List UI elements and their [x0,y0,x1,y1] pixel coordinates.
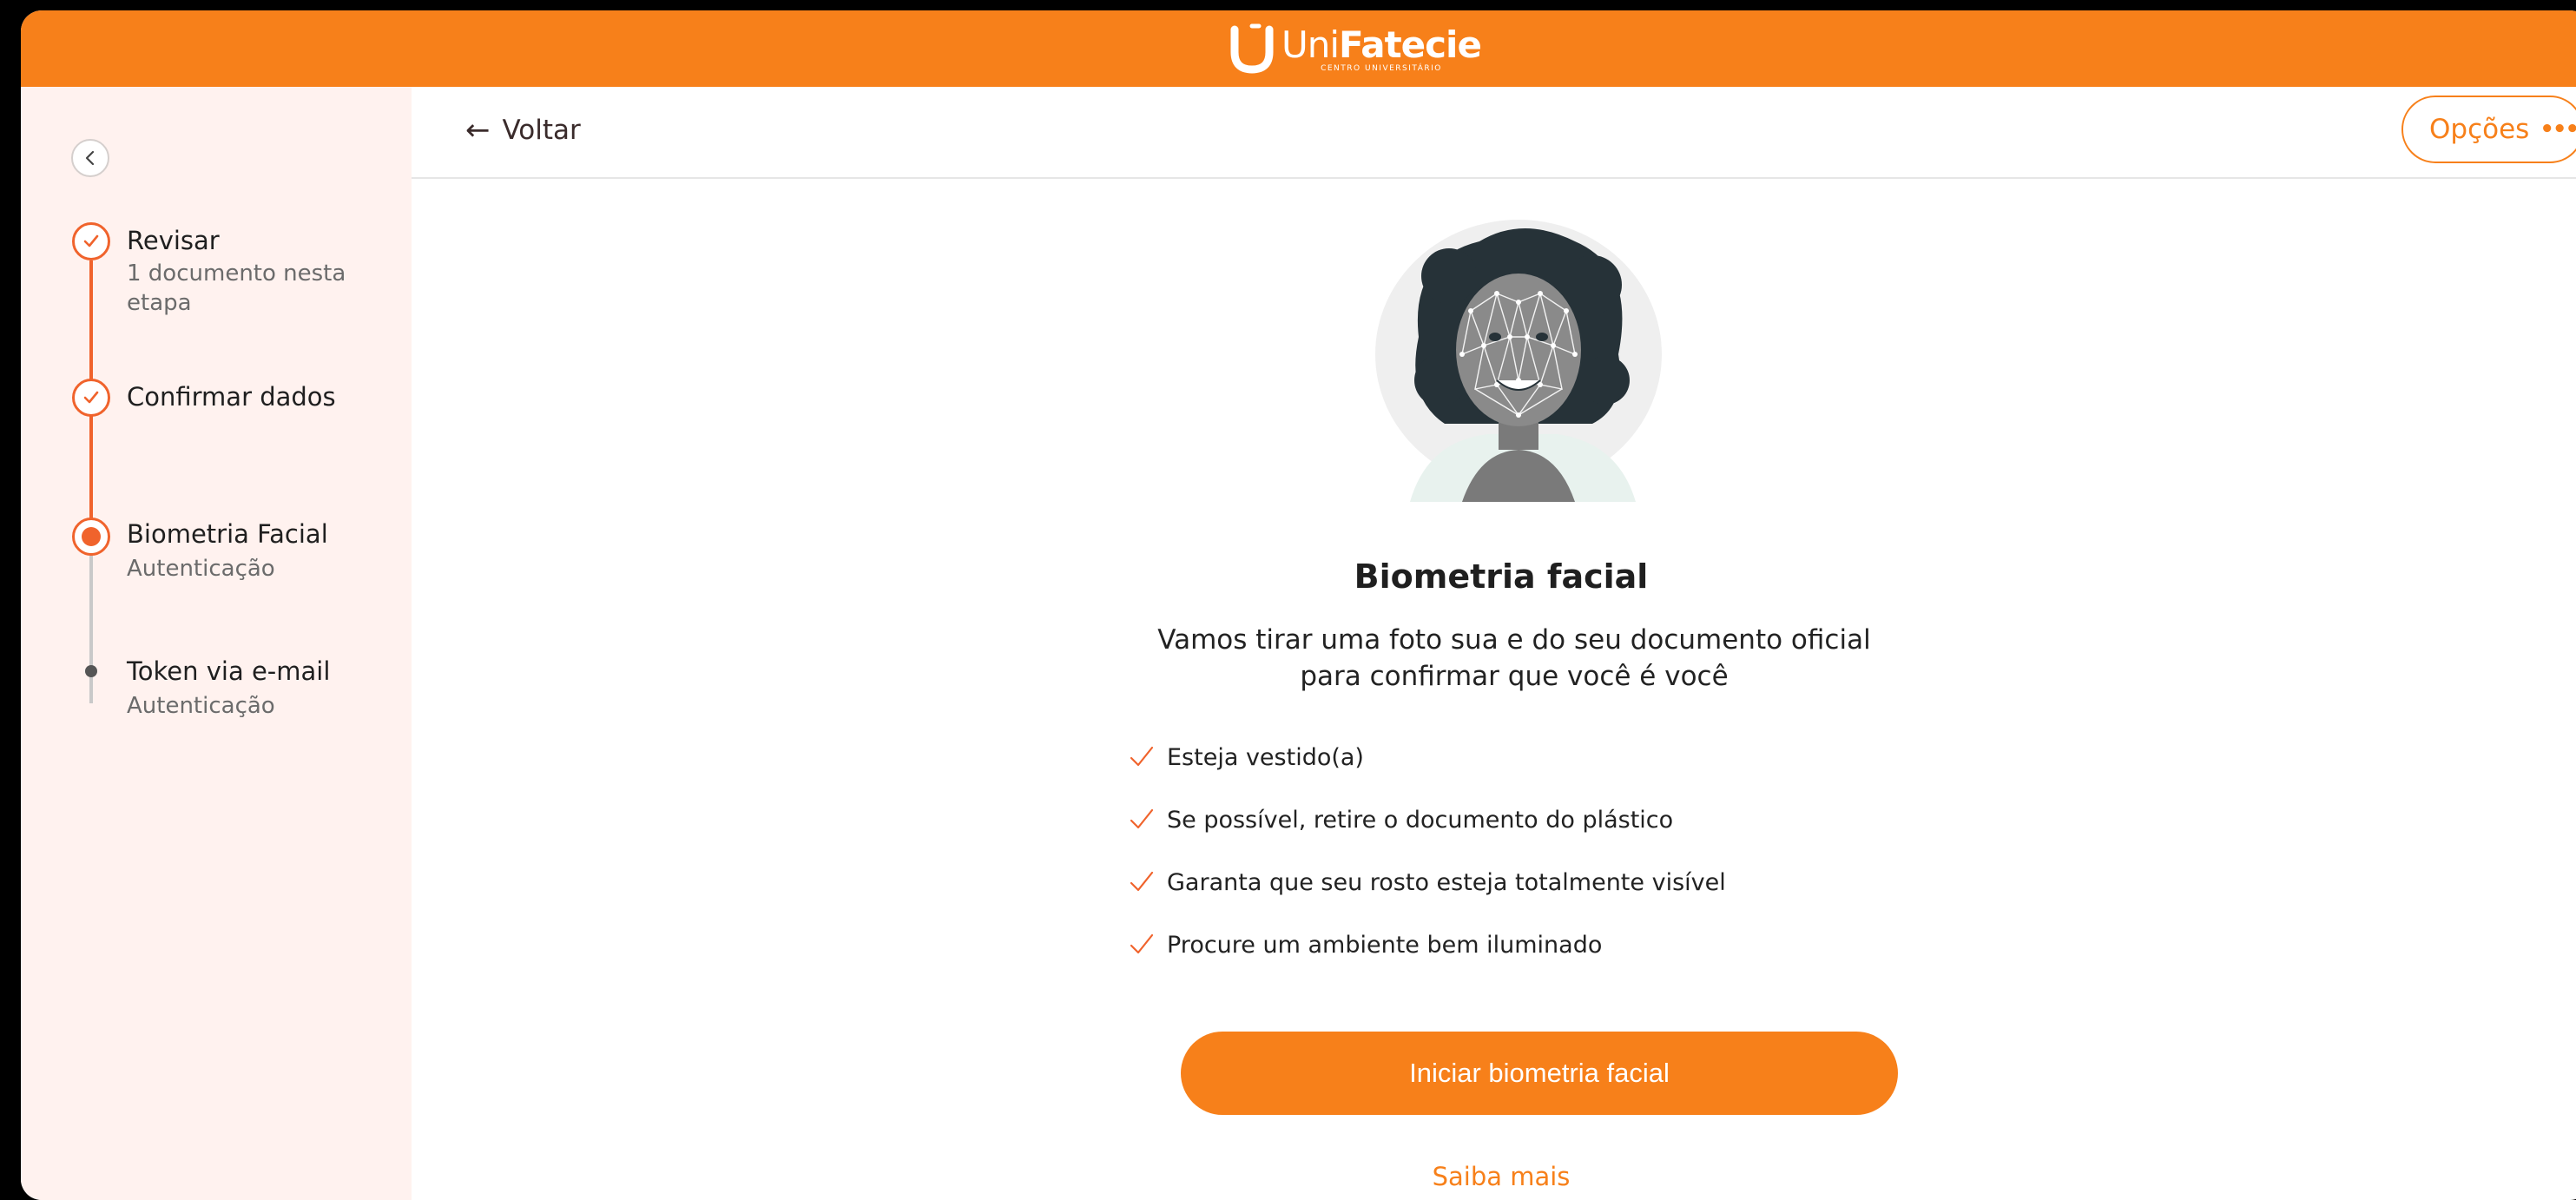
chevron-left-icon [85,150,95,166]
page-title: Biometria facial [1354,557,1649,596]
step-title-token-email[interactable]: Token via e-mail [127,656,330,686]
logo-mark-icon [1230,23,1274,74]
step-done-icon [72,222,110,260]
logo-name-prefix: Uni [1281,23,1340,66]
step-subtitle-token-email: Autenticação [127,693,275,719]
step-title-biometria-facial[interactable]: Biometria Facial [127,519,328,549]
step-title-revisar[interactable]: Revisar [127,226,220,255]
face-scan-illustration-icon [1375,220,1662,502]
app-window: UniFatecie CENTRO UNIVERSITÁRIO Revisar … [21,10,2576,1200]
step-current-icon [72,518,110,556]
check-icon [1130,808,1154,829]
checklist-item-text: Esteja vestido(a) [1167,743,1364,771]
arrow-left-icon: ← [465,113,491,148]
list-item: Garanta que seu rosto esteja totalmente … [1127,865,1726,900]
page-description: Vamos tirar uma foto sua e do seu docume… [1157,624,1871,692]
options-button[interactable]: Opções ••• [2401,96,2576,163]
check-icon [1130,746,1154,767]
step-subtitle-biometria-facial: Autenticação [127,556,275,582]
step-done-icon [72,379,110,417]
step-title-confirmar-dados[interactable]: Confirmar dados [127,382,336,412]
checklist-item-text: Se possível, retire o documento do plást… [1167,806,1674,834]
collapse-sidebar-button[interactable] [71,139,109,177]
content-header: ← Voltar Opções ••• [412,87,2576,179]
logo-name-main: Fatecie [1339,23,1482,66]
top-bar: UniFatecie CENTRO UNIVERSITÁRIO [21,10,2576,87]
more-dots-icon: ••• [2540,116,2576,142]
step-subtitle-revisar: 1 documento nesta etapa [127,260,346,316]
checklist-item-text: Procure um ambiente bem iluminado [1167,931,1603,959]
start-facial-biometry-button[interactable]: Iniciar biometria facial [1181,1032,1898,1115]
list-item: Procure um ambiente bem iluminado [1127,927,1726,962]
step-connector-pending [89,538,93,703]
checklist-item-text: Garanta que seu rosto esteja totalmente … [1167,868,1726,896]
steps-sidebar: Revisar 1 documento nesta etapa Confirma… [21,87,412,1200]
options-button-label: Opções [2429,114,2530,145]
list-item: Esteja vestido(a) [1127,740,1726,775]
step-pending-dot-icon [85,665,97,677]
check-icon [1130,871,1154,892]
back-link[interactable]: ← Voltar [465,113,581,148]
back-link-label: Voltar [502,115,581,146]
check-icon [1130,933,1154,954]
logo-subtitle: CENTRO UNIVERSITÁRIO [1321,63,1442,73]
main-content: ← Voltar Opções ••• Biometria facial Vam… [412,87,2576,1200]
requirements-checklist: Esteja vestido(a) Se possível, retire o … [1127,740,1726,990]
list-item: Se possível, retire o documento do plást… [1127,802,1726,837]
brand-logo: UniFatecie CENTRO UNIVERSITÁRIO [1226,19,1482,80]
learn-more-link[interactable]: Saiba mais [412,1162,2576,1191]
